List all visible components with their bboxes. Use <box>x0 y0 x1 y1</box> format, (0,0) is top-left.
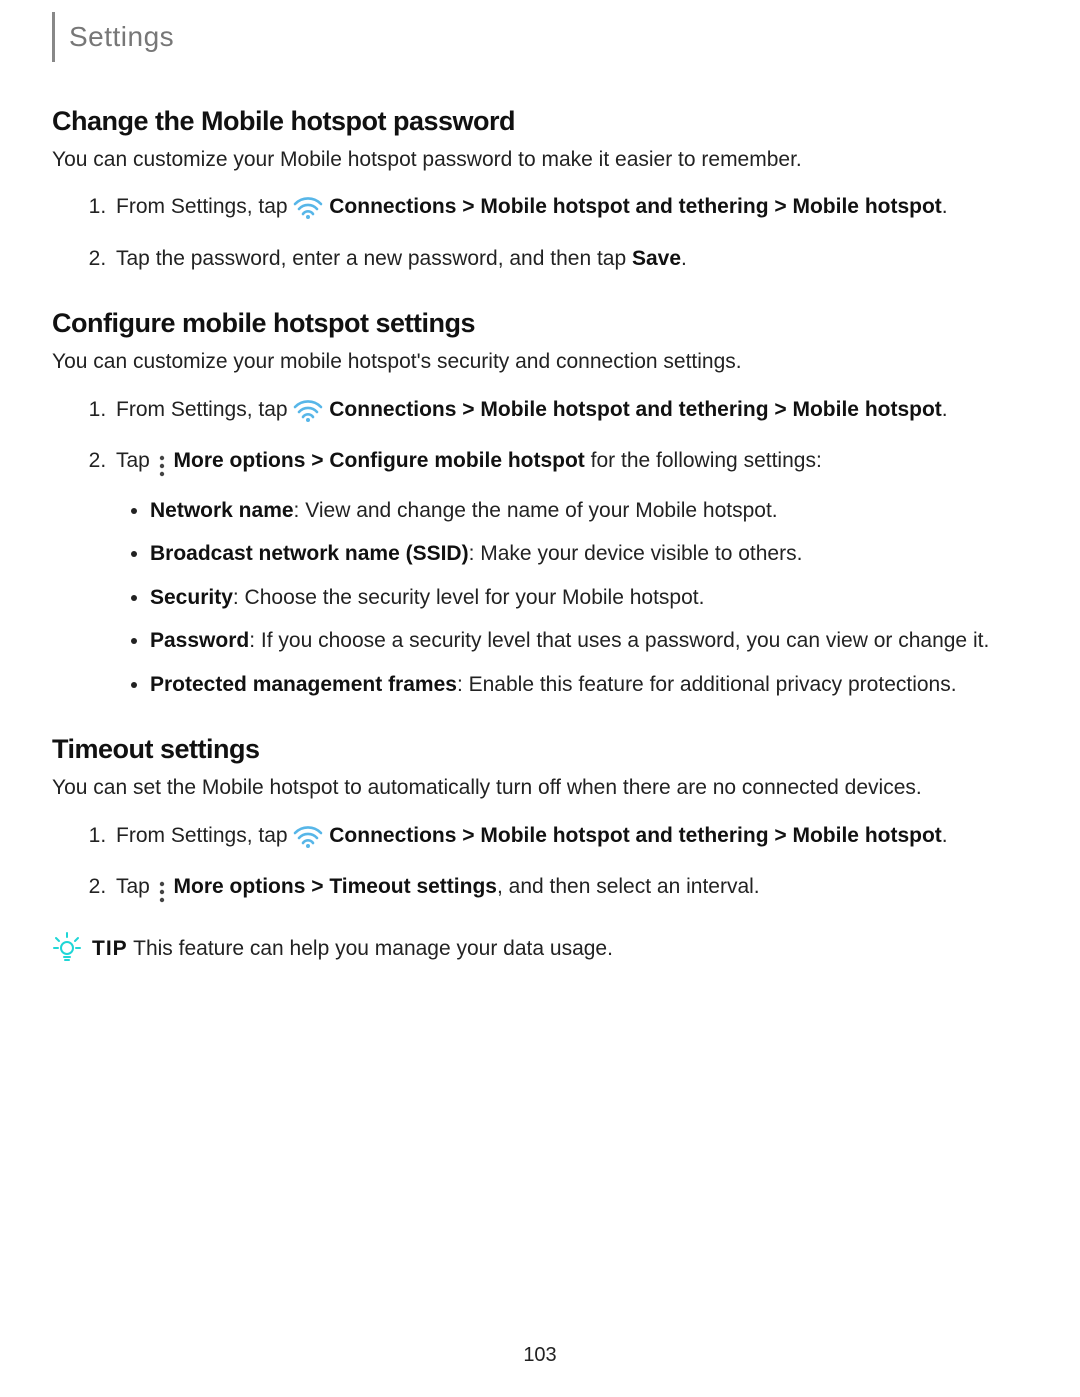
list-item: Network name: View and change the name o… <box>150 495 1028 527</box>
nav-connections: Connections <box>329 398 456 421</box>
section-intro: You can set the Mobile hotspot to automa… <box>52 773 1028 803</box>
option-text: : Choose the security level for your Mob… <box>233 586 705 609</box>
list-item: Protected management frames: Enable this… <box>150 669 1028 701</box>
nav-mobile-hotspot: Mobile hotspot <box>792 398 941 421</box>
text: From Settings, tap <box>116 398 293 421</box>
steps-list: From Settings, tap Connections > Mobile … <box>52 820 1028 909</box>
save-label: Save <box>632 247 681 270</box>
text: Tap the password, enter a new password, … <box>116 247 632 270</box>
wifi-icon <box>293 398 323 432</box>
section-intro: You can customize your mobile hotspot's … <box>52 347 1028 377</box>
nav-sep: > <box>462 398 480 421</box>
more-options-icon <box>156 877 168 909</box>
steps-list: From Settings, tap Connections > Mobile … <box>52 191 1028 274</box>
option-text: : Make your device visible to others. <box>469 542 803 565</box>
nav-connections: Connections <box>329 824 456 847</box>
page-number: 103 <box>0 1344 1080 1367</box>
nav-sep: > <box>462 195 480 218</box>
lightbulb-icon <box>52 931 92 967</box>
step-item: Tap More options > Configure mobile hots… <box>112 445 1028 700</box>
page-header: Settings <box>52 0 1028 72</box>
step-item: From Settings, tap Connections > Mobile … <box>112 394 1028 432</box>
nav-sep: > <box>311 875 329 898</box>
nav-mobile-hotspot: Mobile hotspot <box>792 195 941 218</box>
more-options-label: More options <box>174 449 306 472</box>
list-item: Password: If you choose a security level… <box>150 625 1028 657</box>
timeout-settings-label: Timeout settings <box>329 875 497 898</box>
option-text: : View and change the name of your Mobil… <box>294 499 778 522</box>
step-item: Tap the password, enter a new password, … <box>112 243 1028 275</box>
list-item: Broadcast network name (SSID): Make your… <box>150 538 1028 570</box>
option-label: Security <box>150 586 233 609</box>
section-title-timeout: Timeout settings <box>52 734 1028 765</box>
option-label: Broadcast network name (SSID) <box>150 542 469 565</box>
nav-hotspot-tethering: Mobile hotspot and tethering <box>480 398 768 421</box>
text: . <box>942 398 948 421</box>
options-list: Network name: View and change the name o… <box>116 495 1028 701</box>
tip-text: This feature can help you manage your da… <box>128 937 613 960</box>
wifi-icon <box>293 824 323 858</box>
text: , and then select an interval. <box>497 875 760 898</box>
more-options-icon <box>156 451 168 483</box>
nav-sep: > <box>774 824 792 847</box>
section-intro: You can customize your Mobile hotspot pa… <box>52 145 1028 175</box>
nav-connections: Connections <box>329 195 456 218</box>
option-label: Password <box>150 629 249 652</box>
nav-sep: > <box>462 824 480 847</box>
text: . <box>942 824 948 847</box>
option-label: Protected management frames <box>150 673 457 696</box>
list-item: Security: Choose the security level for … <box>150 582 1028 614</box>
nav-sep: > <box>774 195 792 218</box>
text: for the following settings: <box>591 449 822 472</box>
tip-callout: TIP This feature can help you manage you… <box>52 931 1028 967</box>
breadcrumb: Settings <box>69 21 174 53</box>
nav-hotspot-tethering: Mobile hotspot and tethering <box>480 824 768 847</box>
tip-label: TIP <box>92 937 128 960</box>
nav-hotspot-tethering: Mobile hotspot and tethering <box>480 195 768 218</box>
section-title-configure: Configure mobile hotspot settings <box>52 308 1028 339</box>
more-options-label: More options <box>174 875 306 898</box>
text: From Settings, tap <box>116 824 293 847</box>
nav-mobile-hotspot: Mobile hotspot <box>792 824 941 847</box>
text: . <box>681 247 687 270</box>
step-item: From Settings, tap Connections > Mobile … <box>112 820 1028 858</box>
configure-hotspot-label: Configure mobile hotspot <box>329 449 584 472</box>
option-label: Network name <box>150 499 294 522</box>
text: . <box>942 195 948 218</box>
text: Tap <box>116 449 156 472</box>
step-item: From Settings, tap Connections > Mobile … <box>112 191 1028 229</box>
option-text: : If you choose a security level that us… <box>249 629 989 652</box>
steps-list: From Settings, tap Connections > Mobile … <box>52 394 1028 701</box>
nav-sep: > <box>311 449 329 472</box>
nav-sep: > <box>774 398 792 421</box>
step-item: Tap More options > Timeout settings, and… <box>112 871 1028 909</box>
section-title-change-password: Change the Mobile hotspot password <box>52 106 1028 137</box>
text: Tap <box>116 875 156 898</box>
wifi-icon <box>293 195 323 229</box>
text: From Settings, tap <box>116 195 293 218</box>
option-text: : Enable this feature for additional pri… <box>457 673 957 696</box>
